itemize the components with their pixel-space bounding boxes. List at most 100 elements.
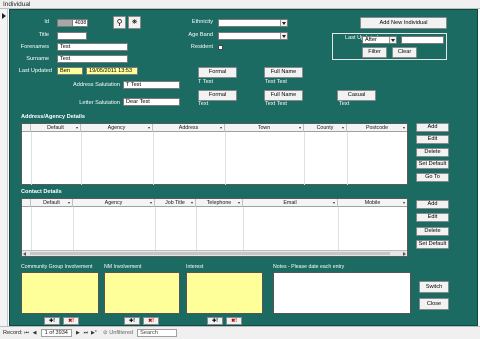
contact-set-default-button[interactable]: Set Default: [416, 240, 449, 249]
contact-col-default[interactable]: Default: [31, 199, 73, 207]
previous-record-icon[interactable]: ◀: [31, 330, 39, 336]
filter-status[interactable]: ⊘ Unfiltered: [103, 330, 133, 336]
last-updated-label: Last Updated: [18, 68, 52, 74]
surname-field[interactable]: Test: [57, 55, 128, 63]
contact-col-telephone[interactable]: Telephone: [196, 199, 243, 207]
address-go-to-button[interactable]: Go To: [416, 173, 449, 182]
address-col-default[interactable]: Default: [31, 124, 81, 132]
current-record-icon: [2, 13, 6, 19]
casual-preview: Text: [339, 101, 350, 107]
address-add-button[interactable]: Add: [416, 123, 449, 132]
community-add-button[interactable]: ✚!: [44, 317, 60, 325]
filter-icon: ⊘: [102, 330, 108, 336]
record-selector[interactable]: [0, 9, 8, 326]
address-salutation-field[interactable]: T Test: [123, 81, 180, 89]
scroll-right-icon[interactable]: [403, 252, 406, 256]
formal-button-1[interactable]: Formal: [198, 67, 237, 78]
resident-label: Resident: [190, 44, 213, 50]
surname-label: Surname: [26, 56, 49, 62]
filter-date-field[interactable]: [401, 36, 444, 44]
next-record-icon[interactable]: ▶: [74, 330, 82, 336]
title-field[interactable]: [57, 32, 87, 40]
contact-col-email[interactable]: Email: [243, 199, 338, 207]
community-remove-button[interactable]: ✖!: [63, 317, 79, 325]
chevron-down-icon[interactable]: [280, 33, 287, 39]
forenames-field[interactable]: Test: [57, 43, 128, 51]
full-name-button-1[interactable]: Full Name: [264, 67, 303, 78]
notes-field[interactable]: [273, 272, 411, 314]
address-col-postcode[interactable]: Postcode: [347, 124, 407, 132]
window-title: Individual: [0, 0, 480, 9]
sort-arrow-icon: [238, 202, 240, 204]
casual-button[interactable]: Casual: [337, 90, 376, 101]
scroll-left-icon[interactable]: [23, 252, 26, 256]
letter-salutation-field[interactable]: Dear Test: [123, 98, 180, 106]
address-col-county[interactable]: County: [304, 124, 347, 132]
interest-add-button[interactable]: ✚!: [207, 317, 223, 325]
switch-button[interactable]: Switch: [419, 281, 449, 293]
clear-button[interactable]: Clear: [392, 47, 417, 58]
binoculars-button[interactable]: ⛯: [128, 16, 141, 29]
new-record-icon[interactable]: ▶*: [90, 330, 98, 336]
interest-remove-button[interactable]: ✖!: [226, 317, 242, 325]
community-group-list[interactable]: [21, 272, 99, 314]
ethnicity-select[interactable]: [218, 19, 288, 27]
letter-salutation-label: Letter Salutation: [79, 100, 120, 106]
id-label: Id: [44, 19, 49, 25]
age-band-select[interactable]: [218, 32, 288, 40]
sort-arrow-icon: [403, 127, 405, 129]
search-button[interactable]: ⚲: [113, 16, 126, 29]
filter-operator-value: After: [365, 37, 377, 43]
interest-list[interactable]: [186, 272, 263, 314]
notes-label: Notes - Please date each entry: [273, 264, 345, 270]
remove-icon: ✖!: [231, 318, 237, 324]
address-delete-button[interactable]: Delete: [416, 148, 449, 157]
community-group-label: Community Group Involvement: [21, 264, 93, 270]
address-edit-button[interactable]: Edit: [416, 135, 449, 144]
chevron-down-icon[interactable]: [280, 20, 287, 26]
contact-section-title: Contact Details: [21, 189, 62, 195]
contact-add-button[interactable]: Add: [416, 200, 449, 209]
full-name-button-2[interactable]: Full Name: [264, 90, 303, 101]
sort-arrow-icon: [150, 202, 152, 204]
contact-grid[interactable]: Default Agency Job Title Telephone Email…: [21, 198, 408, 257]
filter-button[interactable]: Filter: [362, 47, 387, 58]
record-search-field[interactable]: Search: [137, 329, 178, 337]
contact-grid-header: Default Agency Job Title Telephone Email…: [22, 199, 407, 207]
address-col-town[interactable]: Town: [225, 124, 304, 132]
address-col-agency[interactable]: Agency: [81, 124, 153, 132]
contact-grid-hscrollbar[interactable]: [22, 250, 407, 256]
contact-col-job-title[interactable]: Job Title: [155, 199, 196, 207]
resident-checkbox[interactable]: [218, 45, 223, 50]
nm-involvement-list[interactable]: [104, 272, 180, 314]
record-position-field[interactable]: 1 of 3934: [40, 329, 72, 337]
formal-preview-2: Text: [198, 101, 209, 107]
contact-edit-button[interactable]: Edit: [416, 213, 449, 222]
first-record-icon[interactable]: ⏮: [23, 330, 31, 336]
record-label: Record:: [3, 330, 23, 336]
chevron-down-icon[interactable]: [389, 37, 396, 43]
full-name-preview-1: Test Test: [265, 79, 287, 85]
filter-operator-select[interactable]: After: [362, 36, 397, 44]
close-button[interactable]: Close: [419, 298, 449, 310]
nm-add-button[interactable]: ✚!: [124, 317, 140, 325]
formal-button-2[interactable]: Formal: [198, 90, 237, 101]
address-grid[interactable]: Default Agency Address Town County Postc…: [21, 123, 408, 185]
last-record-icon[interactable]: ⏭: [82, 330, 90, 336]
nm-remove-button[interactable]: ✖!: [143, 317, 159, 325]
contact-col-mobile[interactable]: Mobile: [338, 199, 407, 207]
last-updated-filter-label: Last Updated: [345, 35, 378, 41]
contact-col-agency[interactable]: Agency: [73, 199, 155, 207]
scroll-thumb[interactable]: [30, 252, 390, 255]
sort-arrow-icon: [333, 202, 335, 204]
binoculars-icon: ⛯: [131, 19, 138, 26]
title-label: Title: [38, 32, 49, 38]
add-new-individual-button[interactable]: Add New Individual: [360, 17, 447, 29]
contact-delete-button[interactable]: Delete: [416, 227, 449, 236]
remove-icon: ✖!: [148, 318, 154, 324]
sort-arrow-icon: [68, 202, 70, 204]
address-col-address[interactable]: Address: [153, 124, 225, 132]
age-band-label: Age Band: [188, 32, 213, 38]
id-field[interactable]: 4038: [72, 19, 88, 27]
address-set-default-button[interactable]: Set Default: [416, 160, 449, 169]
